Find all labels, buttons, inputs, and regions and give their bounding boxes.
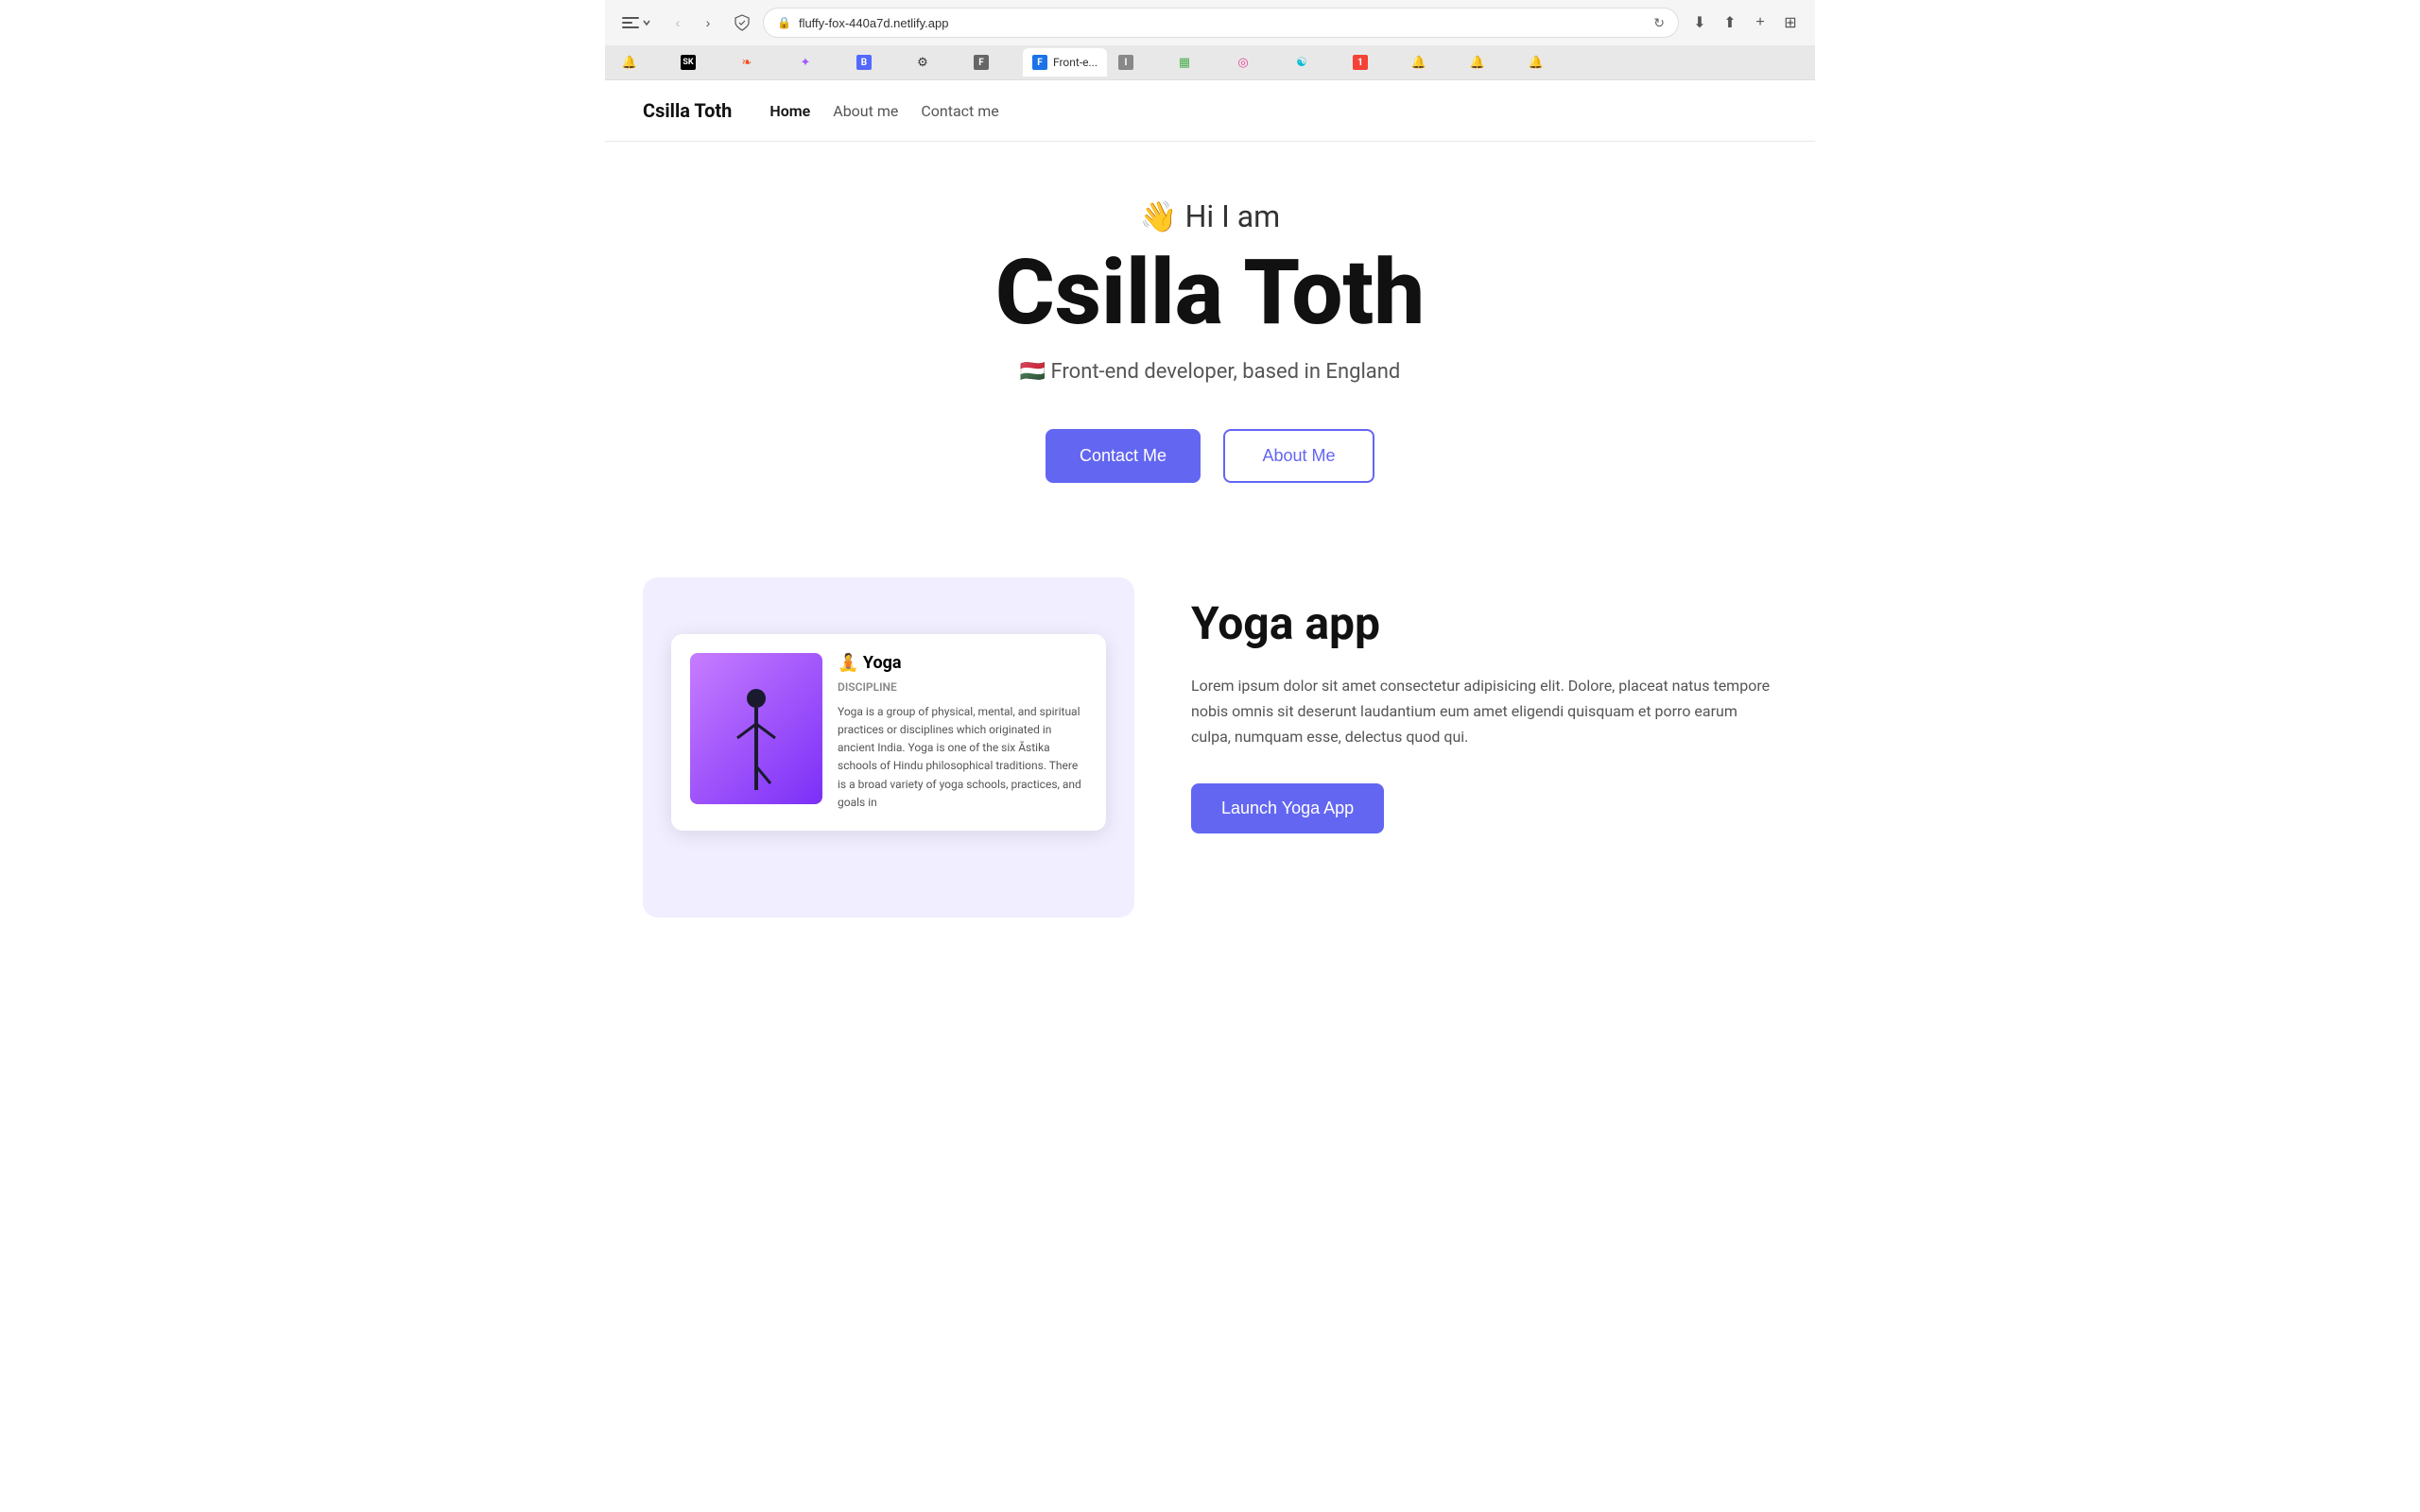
tab-7[interactable]: F [964,48,1021,77]
hero-name: Csilla Toth [643,246,1777,341]
yoga-app-name: Yoga [863,653,902,673]
tab-13[interactable]: 1 [1343,48,1400,77]
nav-link-contact[interactable]: Contact me [921,102,998,120]
hero-buttons: Contact Me About Me [643,429,1777,483]
tab-icon: ❧ [739,55,754,70]
tab-icon: ☯ [1294,55,1309,70]
browser-nav-buttons: ‹ › [665,9,721,36]
tab-grid-button[interactable]: ⊞ [1777,9,1804,36]
project-preview: 🧘 Yoga Discipline Yoga is a group of phy… [643,577,1134,918]
tab-9[interactable]: I [1109,48,1166,77]
hero-section: 👋 Hi I am Csilla Toth 🇭🇺 Front-end devel… [605,142,1815,558]
new-tab-button[interactable]: + [1747,9,1773,36]
tab-icon: 🔔 [1529,55,1544,70]
yoga-app-discipline-text: Yoga is a group of physical, mental, and… [838,703,1087,812]
tab-16[interactable]: 🔔 [1519,48,1576,77]
tab-10[interactable]: ▦ [1167,48,1224,77]
tab-icon: ▦ [1177,55,1192,70]
tab-icon: 🔔 [622,55,637,70]
share-button[interactable]: ⬆ [1717,9,1743,36]
nav-link-home[interactable]: Home [769,102,810,120]
browser-tabs: 🔔 SK ❧ ✦ B ⚙ F F Front-e... I ▦ ◎ [605,45,1815,79]
tab-4[interactable]: ✦ [788,48,845,77]
tab-title: Front-e... [1053,56,1098,69]
tab-15[interactable]: 🔔 [1461,48,1517,77]
yoga-figure-svg [718,681,794,804]
yoga-app-discipline-label: Discipline [838,680,1087,694]
yoga-app-mockup: 🧘 Yoga Discipline Yoga is a group of phy… [671,634,1106,831]
tab-11[interactable]: ◎ [1226,48,1283,77]
back-button[interactable]: ‹ [665,9,691,36]
url-input[interactable] [799,16,1646,30]
lock-icon: 🔒 [777,16,791,29]
site-nav-links: Home About me Contact me [769,102,998,120]
hero-greeting-text: Hi I am [1185,198,1281,234]
contact-me-button[interactable]: Contact Me [1046,429,1201,483]
tab-12[interactable]: ☯ [1285,48,1341,77]
project-info: Yoga app Lorem ipsum dolor sit amet cons… [1191,577,1777,834]
tab-icon: 🔔 [1470,55,1485,70]
hero-subtitle-text: Front-end developer, based in England [1051,360,1401,384]
address-bar[interactable]: 🔒 ↻ [763,8,1679,38]
yoga-app-image [690,653,822,804]
site-navbar: Csilla Toth Home About me Contact me [605,80,1815,142]
browser-toolbar: ‹ › 🔒 ↻ ⬇ ⬆ + ⊞ [605,0,1815,45]
tab-icon: F [974,55,989,70]
project-section: 🧘 Yoga Discipline Yoga is a group of phy… [605,558,1815,974]
downloads-button[interactable]: ⬇ [1686,9,1713,36]
tab-icon: ✦ [798,55,813,70]
tab-icon: ⚙ [915,55,930,70]
yoga-app-content: 🧘 Yoga Discipline Yoga is a group of phy… [838,653,1087,812]
project-description: Lorem ipsum dolor sit amet consectetur a… [1191,673,1777,750]
nav-link-about[interactable]: About me [833,102,898,120]
tab-icon: F [1032,55,1047,70]
forward-button[interactable]: › [695,9,721,36]
browser-action-buttons: ⬇ ⬆ + ⊞ [1686,9,1804,36]
tab-8-active[interactable]: F Front-e... [1023,48,1107,77]
tab-icon: I [1118,55,1133,70]
sidebar-toggle-button[interactable] [616,12,657,33]
chevron-down-icon [642,18,651,27]
tab-icon: 🔔 [1411,55,1426,70]
tab-5[interactable]: B [847,48,904,77]
hero-subtitle: 🇭🇺 Front-end developer, based in England [643,360,1777,384]
launch-yoga-app-button[interactable]: Launch Yoga App [1191,783,1384,833]
shield-icon [729,9,755,36]
tab-14[interactable]: 🔔 [1402,48,1459,77]
tab-3[interactable]: ❧ [730,48,786,77]
project-title: Yoga app [1191,596,1777,650]
tab-6[interactable]: ⚙ [906,48,962,77]
website-content: Csilla Toth Home About me Contact me 👋 H… [605,80,1815,974]
yoga-emoji: 🧘 [838,653,858,673]
about-me-button[interactable]: About Me [1223,429,1374,483]
tab-2[interactable]: SK [671,48,728,77]
tab-icon: ◎ [1236,55,1251,70]
tab-1[interactable]: 🔔 [613,48,669,77]
hero-greeting: 👋 Hi I am [643,198,1777,234]
reload-button[interactable]: ↻ [1653,15,1665,31]
wave-emoji: 👋 [1140,198,1178,234]
flag-emoji: 🇭🇺 [1020,360,1046,384]
site-logo: Csilla Toth [643,99,732,122]
sidebar-icon [622,16,639,29]
tab-icon: B [856,55,872,70]
tab-icon: SK [681,55,696,70]
yoga-app-title: 🧘 Yoga [838,653,1087,673]
browser-chrome: ‹ › 🔒 ↻ ⬇ ⬆ + ⊞ 🔔 SK ❧ ✦ [605,0,1815,80]
tab-icon: 1 [1353,55,1368,70]
